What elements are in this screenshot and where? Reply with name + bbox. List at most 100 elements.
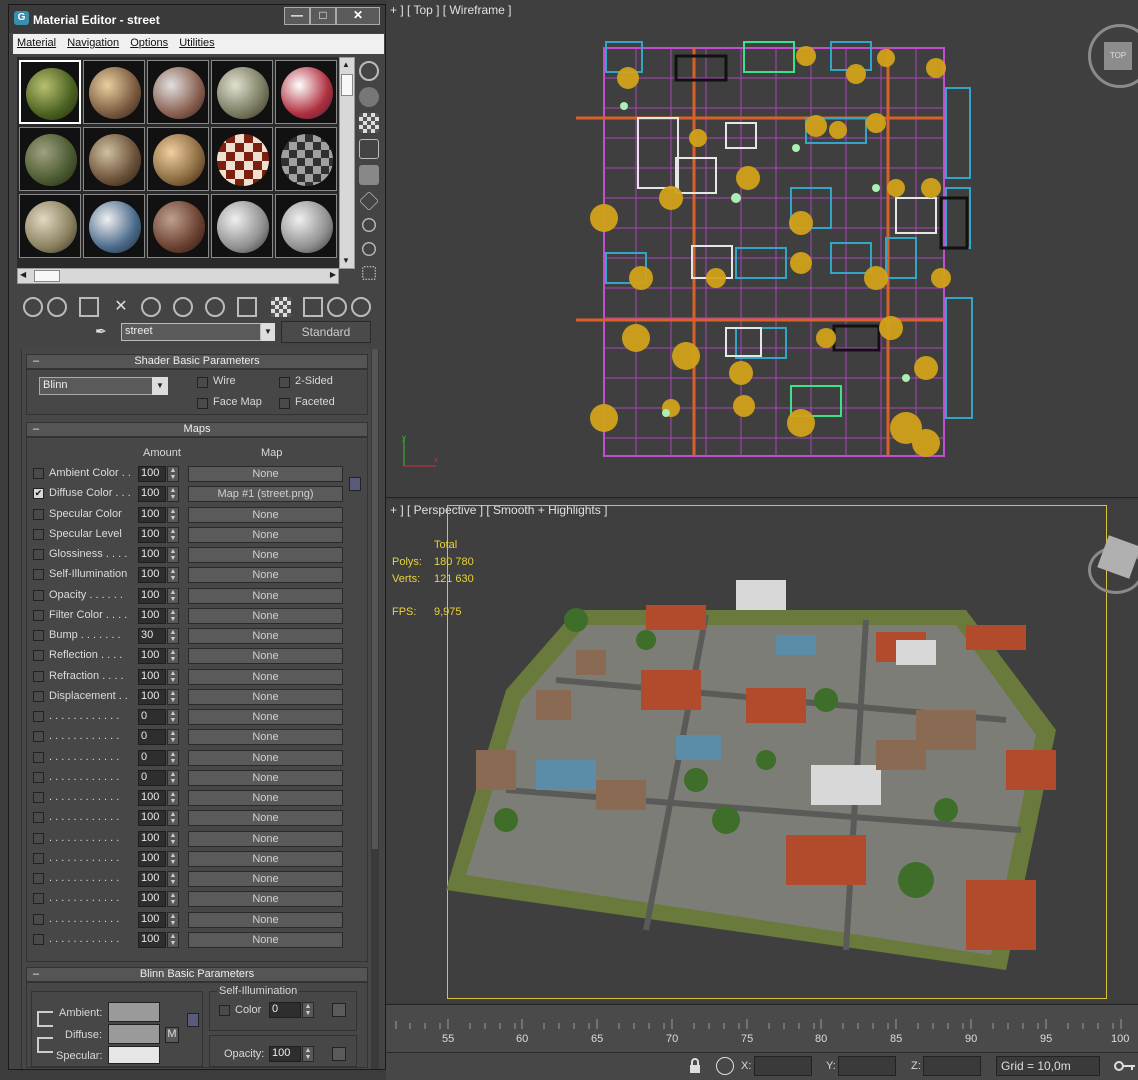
map-amount-spinner[interactable]: ▲ ▼ xyxy=(167,750,179,766)
map-amount-spinner[interactable]: ▲ ▼ xyxy=(167,507,179,523)
map-amount-field[interactable]: 0 xyxy=(138,750,166,766)
map-amount-spinner[interactable]: ▲ ▼ xyxy=(167,567,179,583)
maps-rollout-header[interactable]: – Maps xyxy=(26,422,368,437)
map-row-checkbox[interactable] xyxy=(33,468,44,479)
lock-maps-icon[interactable] xyxy=(349,477,361,491)
map-amount-spinner[interactable]: ▲ ▼ xyxy=(167,851,179,867)
map-amount-spinner[interactable]: ▲ ▼ xyxy=(167,608,179,624)
map-amount-spinner[interactable]: ▲ ▼ xyxy=(167,770,179,786)
lock-ambient-diffuse-icon[interactable] xyxy=(37,1011,53,1027)
map-slot-button[interactable]: None xyxy=(188,831,343,847)
map-row-checkbox[interactable] xyxy=(33,590,44,601)
video-color-check-icon[interactable] xyxy=(359,165,379,185)
show-map-in-viewport-icon[interactable] xyxy=(237,297,257,317)
map-amount-spinner[interactable]: ▲ ▼ xyxy=(167,871,179,887)
menu-navigation[interactable]: Navigation xyxy=(63,34,123,49)
assign-material-icon[interactable] xyxy=(79,297,99,317)
go-forward-sibling-icon[interactable] xyxy=(327,297,347,317)
perspective-viewport[interactable]: + ] [ Perspective ] [ Smooth + Highlight… xyxy=(386,500,1138,1002)
map-amount-field[interactable]: 0 xyxy=(138,709,166,725)
map-amount-field[interactable]: 100 xyxy=(138,527,166,543)
map-row-checkbox[interactable] xyxy=(33,812,44,823)
material-slot[interactable] xyxy=(147,127,209,191)
viewcube-icon[interactable]: TOP xyxy=(1104,42,1132,70)
map-slot-button[interactable]: None xyxy=(188,588,343,604)
slots-vertical-scrollbar[interactable]: ▲ ▼ xyxy=(339,57,355,269)
material-slot[interactable] xyxy=(275,127,337,191)
map-slot-button[interactable]: None xyxy=(188,608,343,624)
self-illum-map-button[interactable] xyxy=(332,1003,346,1017)
map-row-checkbox[interactable] xyxy=(33,509,44,520)
map-amount-spinner[interactable]: ▲ ▼ xyxy=(167,891,179,907)
map-amount-field[interactable]: 0 xyxy=(138,729,166,745)
map-amount-spinner[interactable]: ▲ ▼ xyxy=(167,466,179,482)
parameters-scrollbar[interactable] xyxy=(371,349,379,1069)
minimize-button[interactable]: — xyxy=(284,7,310,25)
menu-material[interactable]: Material xyxy=(13,34,60,49)
map-row-checkbox[interactable] xyxy=(33,772,44,783)
material-slot[interactable] xyxy=(19,60,81,124)
map-slot-button[interactable]: None xyxy=(188,527,343,543)
map-amount-field[interactable]: 100 xyxy=(138,831,166,847)
map-row-checkbox[interactable] xyxy=(33,934,44,945)
map-amount-field[interactable]: 100 xyxy=(138,486,166,502)
map-row-checkbox[interactable] xyxy=(33,893,44,904)
map-amount-field[interactable]: 0 xyxy=(138,770,166,786)
material-slot[interactable] xyxy=(147,60,209,124)
wire-checkbox[interactable] xyxy=(197,377,208,388)
map-slot-button[interactable]: None xyxy=(188,669,343,685)
lock-diffuse-specular-icon[interactable] xyxy=(37,1037,53,1053)
map-row-checkbox[interactable] xyxy=(33,914,44,925)
map-slot-button[interactable]: None xyxy=(188,466,343,482)
map-amount-field[interactable]: 100 xyxy=(138,689,166,705)
map-slot-button[interactable]: None xyxy=(188,851,343,867)
map-row-checkbox[interactable] xyxy=(33,731,44,742)
opacity-map-button[interactable] xyxy=(332,1047,346,1061)
map-row-checkbox[interactable] xyxy=(33,549,44,560)
material-slot[interactable] xyxy=(19,127,81,191)
map-slot-button[interactable]: None xyxy=(188,912,343,928)
material-name-field[interactable]: street xyxy=(121,323,261,341)
map-amount-spinner[interactable]: ▲ ▼ xyxy=(167,729,179,745)
map-slot-button[interactable]: Map #1 (street.png) xyxy=(188,486,343,502)
map-amount-spinner[interactable]: ▲ ▼ xyxy=(167,628,179,644)
background-checker-icon[interactable] xyxy=(359,113,379,133)
shader-rollout-header[interactable]: – Shader Basic Parameters xyxy=(26,354,368,369)
map-row-checkbox[interactable] xyxy=(33,792,44,803)
blinn-rollout-header[interactable]: – Blinn Basic Parameters xyxy=(26,967,368,982)
map-amount-field[interactable]: 100 xyxy=(138,851,166,867)
map-amount-spinner[interactable]: ▲ ▼ xyxy=(167,689,179,705)
close-button[interactable]: ✕ xyxy=(336,7,380,25)
map-row-checkbox[interactable] xyxy=(33,630,44,641)
map-row-checkbox[interactable] xyxy=(33,833,44,844)
map-amount-field[interactable]: 100 xyxy=(138,567,166,583)
map-slot-button[interactable]: None xyxy=(188,932,343,948)
self-illum-color-checkbox[interactable] xyxy=(219,1005,230,1016)
map-row-checkbox[interactable]: ✔ xyxy=(33,488,44,499)
material-slot[interactable] xyxy=(83,194,145,258)
material-id-channel-icon[interactable] xyxy=(205,297,225,317)
material-slot[interactable] xyxy=(19,194,81,258)
material-slot[interactable] xyxy=(83,127,145,191)
material-editor-titlebar[interactable]: G Material Editor - street — □ ✕ xyxy=(9,5,385,33)
shader-dropdown-arrow-icon[interactable]: ▼ xyxy=(152,377,168,395)
map-amount-spinner[interactable]: ▲ ▼ xyxy=(167,648,179,664)
make-preview-icon[interactable] xyxy=(359,191,379,211)
map-row-checkbox[interactable] xyxy=(33,691,44,702)
timeline-ruler[interactable]: 55 60 65 70 75 80 85 90 95 100 xyxy=(386,1004,1138,1052)
z-coordinate-field[interactable] xyxy=(923,1056,981,1076)
material-slot[interactable] xyxy=(147,194,209,258)
map-amount-field[interactable]: 100 xyxy=(138,547,166,563)
map-amount-field[interactable]: 30 xyxy=(138,628,166,644)
map-amount-spinner[interactable]: ▲ ▼ xyxy=(167,932,179,948)
opacity-value-field[interactable]: 100 xyxy=(269,1046,301,1062)
get-material-icon[interactable] xyxy=(23,297,43,317)
top-viewport-label[interactable]: + ] [ Top ] [ Wireframe ] xyxy=(390,3,511,17)
sample-uv-tiling-icon[interactable] xyxy=(359,139,379,159)
map-row-checkbox[interactable] xyxy=(33,853,44,864)
map-row-checkbox[interactable] xyxy=(33,650,44,661)
map-amount-spinner[interactable]: ▲ ▼ xyxy=(167,527,179,543)
map-amount-spinner[interactable]: ▲ ▼ xyxy=(167,790,179,806)
map-slot-button[interactable]: None xyxy=(188,790,343,806)
faceted-checkbox[interactable] xyxy=(279,398,290,409)
